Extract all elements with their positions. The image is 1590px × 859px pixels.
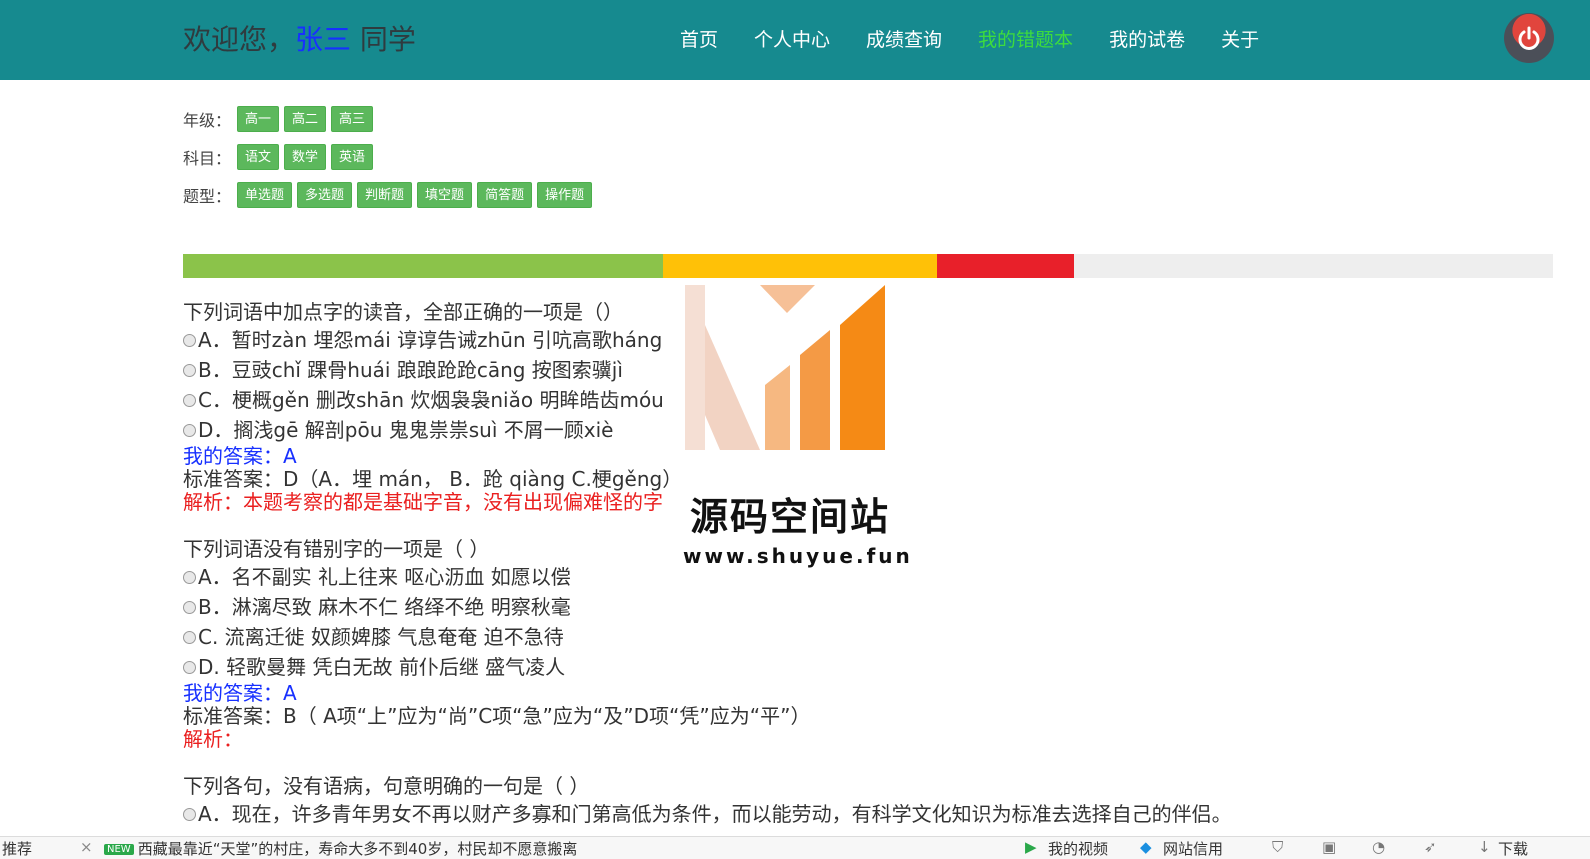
nav-score-query[interactable]: 成绩查询 — [866, 25, 942, 52]
question-item: 下列各句，没有语病，句意明确的一句是（ ） A．现在，许多青年男女不再以财产多寡… — [183, 774, 1563, 829]
option-a[interactable]: A．暂时zàn 埋怨mái 谆谆告诫zhūn 引吭高歌háng — [183, 325, 1563, 355]
option-c[interactable]: C. 流离迁徙 奴颜婢膝 气息奄奄 迫不急待 — [183, 622, 1563, 652]
option-text: B．豆豉chǐ 踝骨huái 踉踉跄跄cāng 按图索骥jì — [198, 358, 623, 382]
browser-status-bar: 推荐 × NEW 西藏最靠近“天堂”的村庄，寿命大多不到40岁，村民却不愿意搬离 … — [0, 836, 1590, 859]
type-tag[interactable]: 判断题 — [357, 182, 413, 208]
option-text: D．搁浅gē 解剖pōu 鬼鬼祟祟suì 不屑一顾xiè — [198, 418, 614, 442]
option-c[interactable]: C．梗概gěn 删改shān 炊烟袅袅niǎo 明眸皓齿móu — [183, 385, 1563, 415]
subject-tag[interactable]: 语文 — [237, 144, 280, 170]
grade-tag[interactable]: 高二 — [284, 106, 327, 132]
option-text: A．现在，许多青年男女不再以财产多寡和门第高低为条件，而以能劳动，有科学文化知识… — [198, 802, 1232, 826]
progress-segment — [662, 254, 937, 278]
news-ticker[interactable]: NEW 西藏最靠近“天堂”的村庄，寿命大多不到40岁，村民却不愿意搬离 — [104, 838, 577, 859]
radio-button[interactable] — [183, 630, 196, 644]
watermark-url: www.shuyue.fun — [683, 544, 913, 568]
welcome-prefix: 欢迎您， — [183, 23, 296, 56]
image-icon[interactable]: ▣ — [1322, 838, 1336, 856]
watermark-title: 源码空间站 — [690, 495, 891, 539]
my-video-link[interactable]: 我的视频 — [1048, 838, 1108, 859]
video-icon[interactable]: ▶ — [1025, 838, 1037, 856]
type-tag[interactable]: 填空题 — [417, 182, 473, 208]
radio-button[interactable] — [183, 423, 196, 437]
nav-about[interactable]: 关于 — [1221, 25, 1259, 52]
question-list: 下列词语中加点字的读音，全部正确的一项是（） A．暂时zàn 埋怨mái 谆谆告… — [183, 300, 1563, 852]
option-d[interactable]: D．搁浅gē 解剖pōu 鬼鬼祟祟suì 不屑一顾xiè — [183, 415, 1563, 445]
radio-button[interactable] — [183, 393, 196, 407]
nav-wrong-questions[interactable]: 我的错题本 — [978, 25, 1073, 52]
option-text: C. 流离迁徙 奴颜婢膝 气息奄奄 迫不急待 — [198, 625, 564, 649]
shield-icon[interactable]: ⛉ — [1272, 838, 1283, 856]
download-icon[interactable]: ↓ — [1478, 838, 1491, 856]
subject-filter: 科目： 语文 数学 英语 — [183, 144, 597, 170]
radio-button[interactable] — [183, 660, 196, 674]
type-tag[interactable]: 单选题 — [237, 182, 293, 208]
my-answer: 我的答案：A — [183, 681, 297, 705]
site-credit-link[interactable]: 网站信用 — [1163, 838, 1223, 859]
credit-icon[interactable]: ◆ — [1140, 838, 1152, 856]
nav-my-papers[interactable]: 我的试卷 — [1109, 25, 1185, 52]
my-answer: 我的答案：A — [183, 444, 297, 468]
type-tag[interactable]: 简答题 — [477, 182, 533, 208]
type-filter: 题型： 单选题 多选题 判断题 填空题 简答题 操作题 — [183, 182, 597, 208]
radio-button[interactable] — [183, 807, 196, 821]
question-item: 下列词语中加点字的读音，全部正确的一项是（） A．暂时zàn 埋怨mái 谆谆告… — [183, 300, 1563, 514]
question-title: 下列各句，没有语病，句意明确的一句是（ ） — [183, 774, 590, 798]
question-item: 下列词语没有错别字的一项是（ ） A．名不副实 礼上往来 呕心沥血 如愿以偿 B… — [183, 537, 1563, 751]
question-title: 下列词语中加点字的读音，全部正确的一项是（） — [183, 300, 623, 324]
close-icon[interactable]: × — [80, 838, 93, 856]
recommend-label[interactable]: 推荐 — [2, 838, 32, 859]
option-text: A．暂时zàn 埋怨mái 谆谆告诫zhūn 引吭高歌háng — [198, 328, 663, 352]
grade-label: 年级： — [183, 111, 232, 130]
option-text: D. 轻歌曼舞 凭白无故 前仆后继 盛气凌人 — [198, 655, 566, 679]
welcome-suffix: 同学 — [351, 23, 416, 56]
welcome-text: 欢迎您，张三 同学 — [183, 18, 416, 58]
power-icon — [1518, 26, 1540, 50]
progress-segment — [183, 254, 663, 278]
subject-tag[interactable]: 数学 — [284, 144, 327, 170]
option-b[interactable]: B．豆豉chǐ 踝骨huái 踉踉跄跄cāng 按图索骥jì — [183, 355, 1563, 385]
progress-segment — [936, 254, 1074, 278]
radio-button[interactable] — [183, 600, 196, 614]
download-link[interactable]: 下载 — [1498, 838, 1528, 859]
main-nav: 首页 个人中心 成绩查询 我的错题本 我的试卷 关于 — [680, 25, 1295, 52]
type-label: 题型： — [183, 187, 232, 206]
option-text: A．名不副实 礼上往来 呕心沥血 如愿以偿 — [198, 565, 571, 589]
progress-bar — [183, 254, 1553, 278]
grade-tag[interactable]: 高三 — [331, 106, 374, 132]
grade-filter: 年级： 高一 高二 高三 — [183, 106, 597, 132]
option-d[interactable]: D. 轻歌曼舞 凭白无故 前仆后继 盛气凌人 — [183, 652, 1563, 682]
nav-personal-center[interactable]: 个人中心 — [754, 25, 830, 52]
rocket-icon[interactable]: ➶ — [1424, 838, 1437, 856]
user-name[interactable]: 张三 — [295, 23, 351, 56]
subject-tag[interactable]: 英语 — [331, 144, 374, 170]
option-text: B．淋漓尽致 麻木不仁 络绎不绝 明察秋毫 — [198, 595, 571, 619]
radio-button[interactable] — [183, 570, 196, 584]
type-tag[interactable]: 多选题 — [297, 182, 353, 208]
news-text: 西藏最靠近“天堂”的村庄，寿命大多不到40岁，村民却不愿意搬离 — [137, 840, 578, 858]
subject-label: 科目： — [183, 149, 232, 168]
option-b[interactable]: B．淋漓尽致 麻木不仁 络绎不绝 明察秋毫 — [183, 592, 1563, 622]
nav-home[interactable]: 首页 — [680, 25, 718, 52]
new-badge: NEW — [104, 844, 134, 855]
option-text: C．梗概gěn 删改shān 炊烟袅袅niǎo 明眸皓齿móu — [198, 388, 664, 412]
radio-button[interactable] — [183, 363, 196, 377]
standard-answer: 标准答案：B（ A项“上”应为“尚”C项“急”应为“及”D项“凭”应为“平”） — [183, 704, 811, 728]
option-a[interactable]: A．现在，许多青年男女不再以财产多寡和门第高低为条件，而以能劳动，有科学文化知识… — [183, 799, 1563, 829]
power-button[interactable] — [1504, 13, 1554, 63]
speed-icon[interactable]: ◔ — [1372, 838, 1385, 856]
top-navbar: 欢迎您，张三 同学 首页 个人中心 成绩查询 我的错题本 我的试卷 关于 — [0, 0, 1590, 80]
grade-tag[interactable]: 高一 — [237, 106, 280, 132]
analysis-text: 解析： — [183, 727, 243, 751]
filter-panel: 年级： 高一 高二 高三 科目： 语文 数学 英语 题型： 单选题 多选题 判断… — [183, 106, 597, 220]
radio-button[interactable] — [183, 333, 196, 347]
type-tag[interactable]: 操作题 — [537, 182, 593, 208]
